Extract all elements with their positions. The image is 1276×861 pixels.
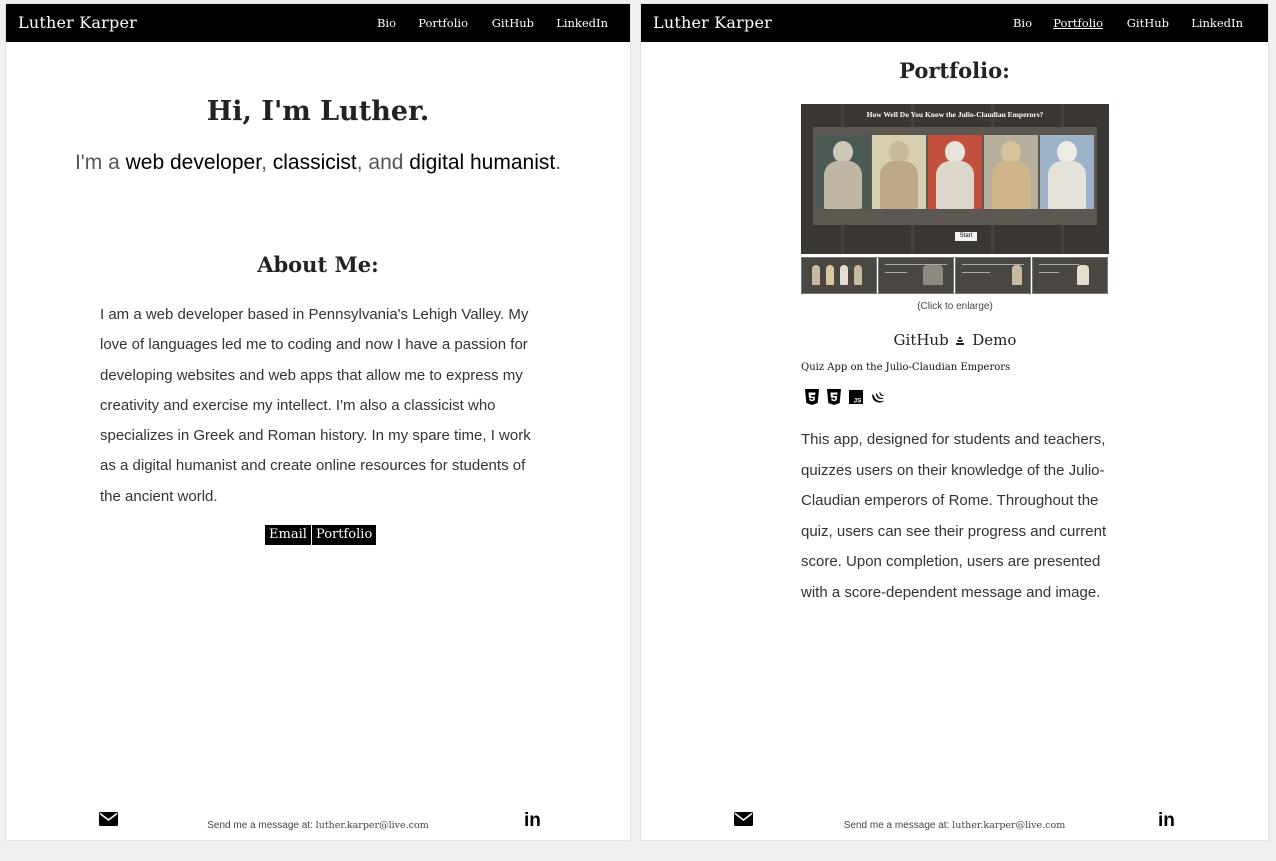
javascript-icon: JS [849,390,863,405]
nav-link-bio[interactable]: Bio [1013,16,1032,30]
brand-link[interactable]: Luther Karper [18,13,137,32]
footer-email-link[interactable]: luther.karper@live.com [952,820,1065,831]
hero-and: , and [356,151,410,174]
svg-text:JS: JS [854,398,863,405]
column-separator-icon [956,336,965,345]
emperor-bust-image [1040,135,1094,209]
github-link[interactable]: GitHub [894,331,949,349]
emperor-bust-image [984,135,1038,209]
hero-heading: Hi, I'm Luther. [206,96,430,127]
navbar: Luther Karper Bio Portfolio GitHub Linke… [641,4,1268,42]
thumbnail[interactable] [955,257,1031,294]
portfolio-button[interactable]: Portfolio [312,525,377,545]
bio-page-panel: Luther Karper Bio Portfolio GitHub Linke… [5,3,631,841]
jquery-icon [872,392,885,403]
footer-prefix: Send me a message at: [207,820,316,831]
start-button-preview: Start [955,232,977,241]
emperor-bust-image [816,135,870,209]
nav-link-linkedin[interactable]: LinkedIn [1191,16,1243,30]
project-links: GitHub Demo [801,331,1109,349]
portfolio-page-panel: Luther Karper Bio Portfolio GitHub Linke… [640,3,1269,841]
hero-sub-prefix: I'm a [74,151,126,174]
screenshot-title: How Well Do You Know the Julio-Claudian … [866,110,1044,119]
role-digital-humanist: digital humanist [409,151,556,174]
linkedin-icon[interactable]: in [524,810,541,832]
portfolio-heading: Portfolio: [899,58,1010,83]
footer-email-link[interactable]: luther.karper@live.com [316,820,429,831]
hero-subheading: I'm a web developer, classicist, and dig… [6,151,630,175]
linkedin-icon[interactable]: in [1158,810,1175,832]
brand-link[interactable]: Luther Karper [653,13,772,32]
footer-prefix: Send me a message at: [843,820,953,831]
hero-period: . [555,151,562,174]
hero-comma: , [261,151,273,174]
role-classicist: classicist [272,151,357,174]
nav-link-bio[interactable]: Bio [377,16,396,30]
thumbnail[interactable] [878,257,954,294]
css3-icon [827,389,841,405]
html5-icon [805,389,819,405]
emperor-images: Start [813,127,1097,241]
nav-link-portfolio[interactable]: Portfolio [1053,16,1103,30]
project-description: This app, designed for students and teac… [801,431,1107,601]
project-screenshot[interactable]: How Well Do You Know the Julio-Claudian … [801,104,1109,254]
nav-link-github[interactable]: GitHub [1127,16,1169,30]
screenshot-thumbnails [801,257,1109,294]
about-heading: About Me: [257,252,379,277]
email-button[interactable]: Email [265,525,311,545]
click-to-enlarge-caption: (Click to enlarge) [917,301,993,312]
emperor-bust-image [872,135,926,209]
role-web-developer: web developer [125,151,262,174]
navbar: Luther Karper Bio Portfolio GitHub Linke… [6,4,630,42]
nav-link-portfolio[interactable]: Portfolio [418,16,468,30]
project-name: Quiz App on the Julio-Claudian Emperors [801,362,1011,373]
nav-link-github[interactable]: GitHub [492,16,534,30]
thumbnail[interactable] [1032,257,1108,294]
demo-link[interactable]: Demo [972,331,1016,349]
emperor-bust-image [928,135,982,209]
about-text: I am a web developer based in Pennsylvan… [100,306,531,505]
nav-link-linkedin[interactable]: LinkedIn [556,16,608,30]
thumbnail[interactable] [801,257,877,294]
